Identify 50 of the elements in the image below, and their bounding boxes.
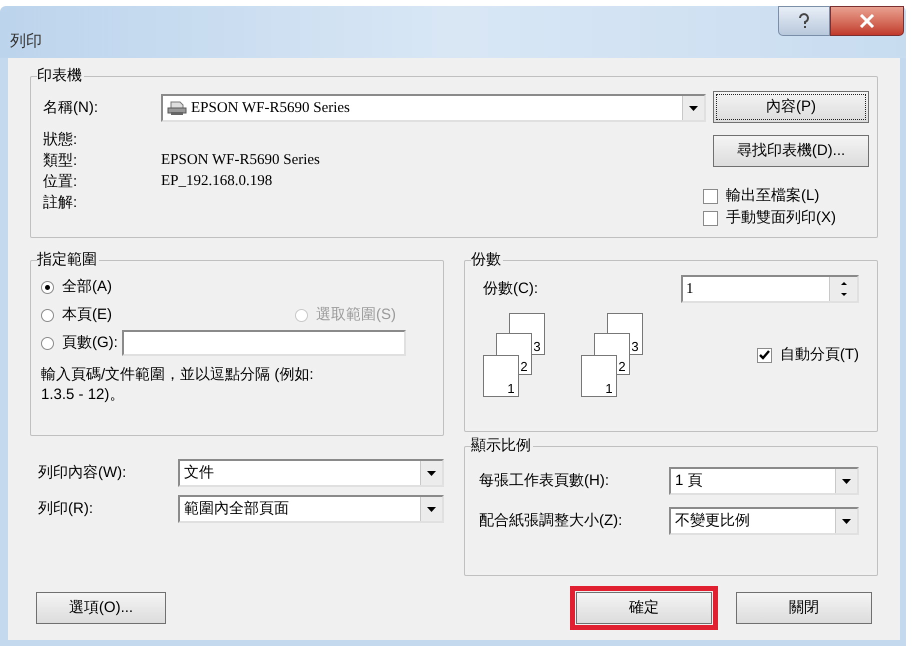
help-icon — [798, 13, 810, 29]
radio-label: 頁數(G): — [62, 332, 118, 353]
button[interactable]: 內容(P) — [713, 91, 869, 123]
checkbox[interactable] — [703, 188, 718, 204]
page-range-field[interactable] — [122, 330, 406, 356]
radio-label: 本頁(E) — [62, 304, 112, 325]
copies-spinner[interactable]: 1 — [681, 275, 859, 303]
checkbox[interactable] — [756, 348, 772, 362]
dropdown-arrow-icon[interactable] — [842, 478, 851, 484]
checkbox[interactable] — [703, 210, 718, 226]
hint-text: 輸入頁碼/文件範圍，並以逗點分隔 (例如: 1.3.5 - 12)。 — [41, 365, 314, 405]
window-title: 列印 — [10, 32, 42, 52]
checkbox-label: 輸出至檔案(L) — [726, 186, 820, 206]
dropdown[interactable]: 不變更比例 — [669, 507, 859, 535]
field-label: 列印(R): — [38, 498, 94, 519]
close-button[interactable] — [830, 6, 904, 36]
button[interactable]: 關閉 — [736, 592, 872, 624]
dropdown[interactable]: 範圍內全部頁面 — [178, 495, 444, 523]
close-icon — [859, 14, 875, 28]
field-label: 配合紙張調整大小(Z): — [479, 510, 622, 531]
field-label: 列印內容(W): — [38, 462, 128, 483]
radio-label: 選取範圍(S) — [316, 304, 396, 325]
button[interactable]: 尋找印表機(D)... — [713, 135, 869, 167]
dropdown-arrow-icon[interactable] — [427, 506, 436, 512]
printer-name: EPSON WF-R5690 Series — [191, 98, 350, 118]
dropdown[interactable]: EPSON WF-R5690 Series — [161, 94, 706, 122]
radio-button[interactable] — [41, 280, 54, 294]
field-label: 每張工作表頁數(H): — [479, 470, 609, 491]
info-value: EPSON WF-R5690 Series — [161, 151, 320, 170]
button[interactable]: 確定 — [576, 592, 712, 624]
dropdown-arrow-icon[interactable] — [427, 470, 436, 476]
info-value: EP_192.168.0.198 — [161, 172, 272, 191]
info-label: 狀態: — [43, 130, 78, 150]
dropdown-arrow-icon[interactable] — [842, 518, 851, 524]
checkbox-label: 自動分頁(T) — [780, 344, 859, 365]
dropdown[interactable]: 文件 — [178, 459, 444, 487]
help-button[interactable] — [778, 6, 830, 36]
radio-button[interactable] — [41, 336, 54, 350]
checkbox-label: 手動雙面列印(X) — [726, 208, 836, 228]
radio-button[interactable] — [41, 308, 54, 322]
field-label: 名稱(N): — [43, 98, 99, 118]
button[interactable]: 選項(O)... — [36, 592, 166, 624]
info-label: 註解: — [43, 193, 78, 213]
dropdown[interactable]: 1 頁 — [669, 467, 859, 495]
field-label: 份數(C): — [483, 278, 538, 299]
dropdown-arrow-icon[interactable] — [689, 106, 698, 110]
info-label: 位置: — [43, 172, 78, 192]
info-label: 類型: — [43, 151, 78, 171]
printer-icon — [167, 100, 187, 116]
radio-label: 全部(A) — [62, 276, 112, 297]
